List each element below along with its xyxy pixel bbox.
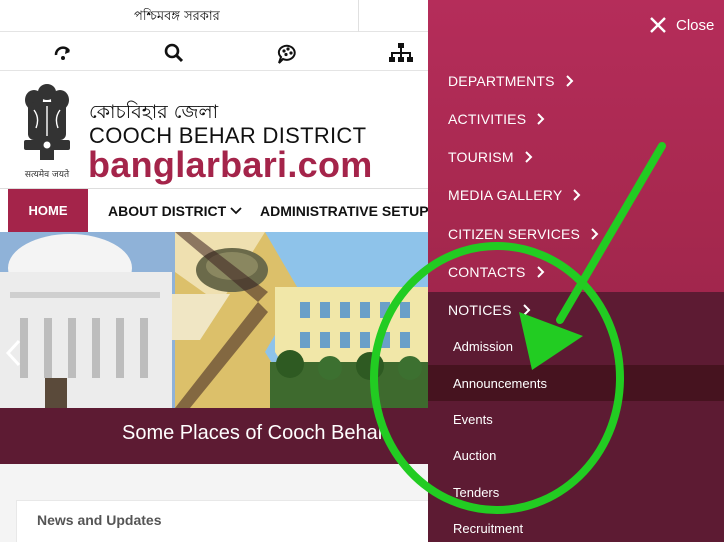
slider-prev-arrow[interactable] bbox=[2, 338, 24, 368]
close-icon bbox=[650, 17, 666, 33]
chevron-right-icon bbox=[522, 304, 531, 316]
chevron-right-icon bbox=[591, 228, 599, 240]
notices-submenu: NOTICES Admission Announcements Events A… bbox=[428, 292, 724, 542]
news-panel: News and Updates bbox=[16, 500, 430, 542]
menu-item-label: TOURISM bbox=[448, 149, 514, 165]
government-label[interactable]: পশ্চিমবঙ্গ সরকার bbox=[134, 7, 220, 28]
menu-item-departments[interactable]: DEPARTMENTS bbox=[448, 68, 574, 94]
submenu-item-events[interactable]: Events bbox=[428, 401, 724, 437]
submenu-item-recruitment[interactable]: Recruitment bbox=[428, 510, 724, 542]
submenu-item-tenders[interactable]: Tenders bbox=[428, 474, 724, 510]
menu-item-label: ACTIVITIES bbox=[448, 111, 527, 127]
search-icon[interactable] bbox=[161, 40, 187, 66]
chevron-down-icon bbox=[230, 206, 242, 214]
menu-item-activities[interactable]: ACTIVITIES bbox=[448, 106, 545, 132]
skip-icon[interactable] bbox=[50, 40, 76, 66]
banner-caption: Some Places of Cooch Behar bbox=[122, 422, 385, 444]
nav-about-district[interactable]: ABOUT DISTRICT bbox=[108, 189, 242, 232]
main-navigation: HOME ABOUT DISTRICT ADMINISTRATIVE SETUP bbox=[0, 188, 430, 232]
accessibility-icon[interactable] bbox=[274, 40, 300, 66]
nav-home[interactable]: HOME bbox=[8, 189, 88, 232]
menu-item-notices[interactable]: NOTICES bbox=[448, 297, 531, 323]
close-label: Close bbox=[676, 16, 715, 34]
sitemap-icon[interactable] bbox=[388, 40, 414, 66]
menu-item-label: NOTICES bbox=[448, 302, 512, 318]
chevron-right-icon bbox=[565, 75, 574, 87]
site-name[interactable]: banglarbari.com bbox=[88, 144, 373, 186]
emblem-caption: सत्यमेव जयते bbox=[25, 168, 70, 180]
divider bbox=[358, 0, 359, 32]
close-menu-button[interactable]: Close bbox=[648, 12, 714, 38]
menu-item-tourism[interactable]: TOURISM bbox=[448, 144, 533, 170]
news-title: News and Updates bbox=[37, 512, 162, 528]
menu-item-label: CONTACTS bbox=[448, 264, 526, 280]
nav-administrative-setup[interactable]: ADMINISTRATIVE SETUP bbox=[260, 189, 429, 232]
banner-caption-bar: Some Places of Cooch Behar bbox=[0, 408, 430, 464]
side-menu-panel: Close DEPARTMENTS ACTIVITIES TOURISM MED… bbox=[428, 0, 724, 542]
submenu-item-announcements[interactable]: Announcements bbox=[428, 365, 724, 401]
chevron-right-icon bbox=[537, 113, 545, 125]
submenu-item-admission[interactable]: Admission bbox=[428, 328, 724, 364]
menu-item-contacts[interactable]: CONTACTS bbox=[448, 259, 545, 285]
menu-item-label: CITIZEN SERVICES bbox=[448, 226, 581, 242]
site-header: सत्यमेव जयते কোচবিহার জেলা COOCH BEHAR D… bbox=[0, 72, 430, 188]
nav-about-label: ABOUT DISTRICT bbox=[108, 202, 227, 219]
menu-item-media-gallery[interactable]: MEDIA GALLERY bbox=[448, 182, 581, 208]
menu-item-label: MEDIA GALLERY bbox=[448, 187, 563, 203]
banner-slideshow-image bbox=[0, 232, 430, 408]
national-emblem-logo: सत्यमेव जयते bbox=[14, 78, 80, 182]
chevron-right-icon bbox=[536, 266, 544, 278]
menu-item-citizen-services[interactable]: CITIZEN SERVICES bbox=[448, 221, 599, 247]
submenu-item-auction[interactable]: Auction bbox=[428, 437, 724, 473]
menu-item-label: DEPARTMENTS bbox=[448, 73, 555, 89]
chevron-right-icon bbox=[573, 189, 581, 201]
chevron-right-icon bbox=[524, 151, 533, 163]
